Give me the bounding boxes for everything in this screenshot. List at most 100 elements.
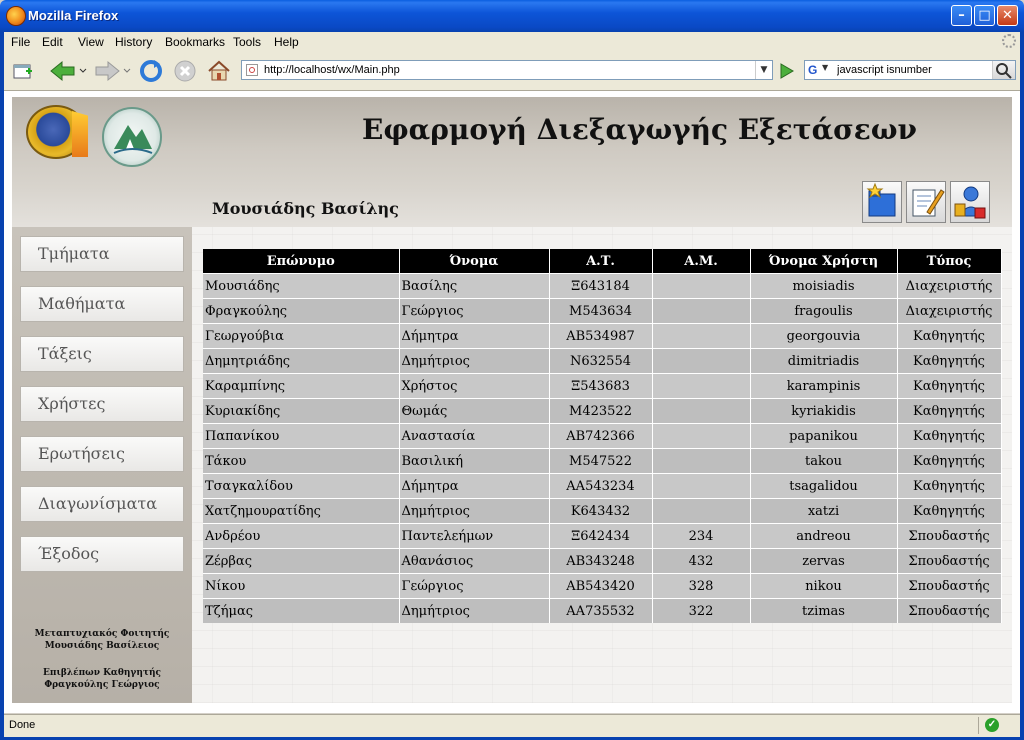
throbber-icon <box>1002 34 1016 48</box>
search-icon <box>996 63 1012 79</box>
stop-button[interactable] <box>172 58 198 84</box>
cell-username: tsagalidou <box>750 473 898 499</box>
credits-supervisor-role: Επιβλέπων Καθηγητής <box>43 668 161 678</box>
table-row[interactable]: Νίκου Γεώργιος ΑΒ543420 328 nikou Σπουδαστής <box>203 573 1002 599</box>
open-folder-button[interactable] <box>862 181 902 223</box>
cell-type: Διαχειριστής <box>897 273 1002 299</box>
search-button[interactable] <box>992 61 1015 79</box>
url-history-dropdown[interactable]: ▼ <box>755 61 772 79</box>
cell-type: Καθηγητής <box>897 448 1002 474</box>
minimize-button[interactable]: – <box>951 5 972 26</box>
cell-surname: Χατζημουρατίδης <box>203 498 400 524</box>
user-gear-icon <box>954 186 986 219</box>
table-row[interactable]: Χατζημουρατίδης Δημήτριος Κ643432 xatzi Καθη… <box>203 498 1002 524</box>
cell-registration-number <box>652 398 751 424</box>
content-viewport: Εφαρμογή Διεξαγωγής Εξετάσεων Μουσιάδης … <box>4 91 1020 713</box>
search-input[interactable] <box>837 62 987 78</box>
cell-type: Καθηγητής <box>897 423 1002 449</box>
nav-users[interactable]: Χρήστες <box>20 386 184 422</box>
cell-name: Θωμάς <box>399 398 550 424</box>
back-button[interactable] <box>48 58 88 84</box>
cell-username: nikou <box>750 573 898 599</box>
forward-button[interactable] <box>92 58 132 84</box>
table-row[interactable]: Κυριακίδης Θωμάς Μ423522 kyriakidis Καθηγητή… <box>203 398 1002 424</box>
cell-surname: Μουσιάδης <box>203 273 400 299</box>
edit-document-button[interactable] <box>906 181 946 223</box>
cell-type: Καθηγητής <box>897 323 1002 349</box>
cell-name: Βασιλική <box>399 448 550 474</box>
cell-name: Γεώργιος <box>399 298 550 324</box>
user-settings-button[interactable] <box>950 181 990 223</box>
maximize-button[interactable]: □ <box>974 5 995 26</box>
table-header-row: Επώνυμο Όνομα Α.Τ. Α.Μ. Όνομα Χρήστη Τύπ… <box>203 249 1002 274</box>
table-row[interactable]: Καραμπίνης Χρήστος Ξ543683 karampinis Καθηγη… <box>203 373 1002 399</box>
nav-exams[interactable]: Διαγωνίσματα <box>20 486 184 522</box>
cell-name: Δημήτριος <box>399 598 550 623</box>
menu-bookmarks[interactable]: Bookmarks <box>165 35 225 49</box>
nav-departments[interactable]: Τμήματα <box>20 236 184 272</box>
table-row[interactable]: Δημητριάδης Δημήτριος Ν632554 dimitriadis Κα… <box>203 348 1002 374</box>
table-row[interactable]: Τζήμας Δημήτριος ΑΑ735532 322 tzimas Σπουδαστ… <box>203 598 1002 623</box>
table-row[interactable]: Ανδρέου Παντελεήμων Ξ642434 234 andreou Σπουδ… <box>203 523 1002 549</box>
table-row[interactable]: Παπανίκου Αναστασία ΑΒ742366 papanikou Καθηγ… <box>203 423 1002 449</box>
cell-id-card: Ξ642434 <box>549 523 653 549</box>
cell-name: Δημήτριος <box>399 348 550 374</box>
table-row[interactable]: Τσαγκαλίδου Δήμητρα ΑΑ543234 tsagalidou Καθη… <box>203 473 1002 499</box>
credits-author-role: Μεταπτυχιακός Φοιτητής <box>34 629 170 639</box>
google-engine-icon[interactable]: G <box>808 63 817 77</box>
folder-star-icon <box>866 182 896 217</box>
menu-history[interactable]: History <box>115 35 152 49</box>
table-row[interactable]: Τάκου Βασιλική Μ547522 takou Καθηγητής <box>203 448 1002 474</box>
go-button[interactable] <box>776 61 796 81</box>
cell-username: zervas <box>750 548 898 574</box>
cell-registration-number <box>652 498 751 524</box>
cell-type: Καθηγητής <box>897 348 1002 374</box>
cell-username: takou <box>750 448 898 474</box>
home-button[interactable] <box>206 58 232 84</box>
credits-supervisor: Επιβλέπων Καθηγητής Φραγκούλης Γεώργιος <box>20 667 184 691</box>
cell-type: Καθηγητής <box>897 498 1002 524</box>
cell-username: georgouvia <box>750 323 898 349</box>
nav-questions[interactable]: Ερωτήσεις <box>20 436 184 472</box>
nav-classes[interactable]: Τάξεις <box>20 336 184 372</box>
cell-username: dimitriadis <box>750 348 898 374</box>
header-username: Όνομα Χρήστη <box>750 249 898 274</box>
menu-file[interactable]: File <box>11 35 30 49</box>
cell-id-card: ΑΒ543420 <box>549 573 653 599</box>
reload-icon <box>140 60 162 82</box>
cell-id-card: Ξ643184 <box>549 273 653 299</box>
url-input[interactable] <box>264 62 744 78</box>
new-tab-button[interactable] <box>10 58 36 84</box>
cell-name: Βασίλης <box>399 273 550 299</box>
mountain-emblem-logo <box>102 107 162 167</box>
cell-type: Διαχειριστής <box>897 298 1002 324</box>
cell-registration-number: 322 <box>652 598 751 623</box>
reload-button[interactable] <box>138 58 164 84</box>
engine-dropdown-icon[interactable]: ▼ <box>822 63 828 72</box>
cell-surname: Νίκου <box>203 573 400 599</box>
table-row[interactable]: Γεωργούβια Δήμητρα ΑΒ534987 georgouvia Καθηγ… <box>203 323 1002 349</box>
cell-id-card: ΑΑ543234 <box>549 473 653 499</box>
nav-logout[interactable]: Έξοδος <box>20 536 184 572</box>
table-row[interactable]: Ζέρβας Αθανάσιος ΑΒ343248 432 zervas Σπουδαστ… <box>203 548 1002 574</box>
cell-surname: Τσαγκαλίδου <box>203 473 400 499</box>
menu-tools[interactable]: Tools <box>233 35 261 49</box>
cell-username: kyriakidis <box>750 398 898 424</box>
edit-pencil-icon <box>912 189 945 217</box>
menu-help[interactable]: Help <box>274 35 299 49</box>
menu-edit[interactable]: Edit <box>42 35 63 49</box>
cell-type: Σπουδαστής <box>897 548 1002 574</box>
stop-icon <box>174 60 196 82</box>
close-button[interactable]: ✕ <box>997 5 1018 26</box>
cell-id-card: Μ547522 <box>549 448 653 474</box>
nav-courses[interactable]: Μαθήματα <box>20 286 184 322</box>
seal-flag-logo <box>72 111 88 157</box>
cell-username: moisiadis <box>750 273 898 299</box>
table-row[interactable]: Μουσιάδης Βασίλης Ξ643184 moisiadis Διαχειρι… <box>203 273 1002 299</box>
cell-type: Καθηγητής <box>897 373 1002 399</box>
cell-registration-number: 432 <box>652 548 751 574</box>
cell-registration-number: 328 <box>652 573 751 599</box>
menu-view[interactable]: View <box>78 35 104 49</box>
table-row[interactable]: Φραγκούλης Γεώργιος Μ543634 fragoulis Διαχει… <box>203 298 1002 324</box>
status-separator <box>978 717 979 734</box>
